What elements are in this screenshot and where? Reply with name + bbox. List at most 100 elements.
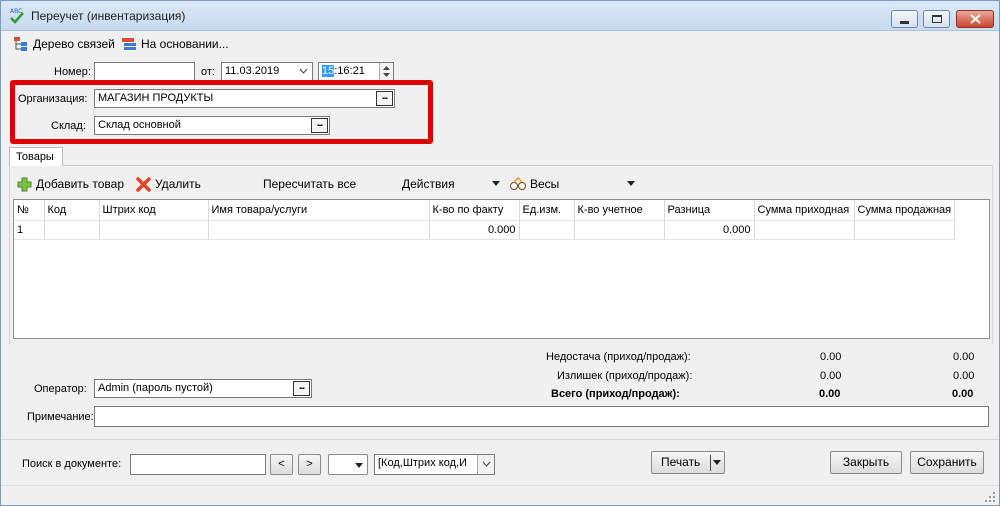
surplus-label: Излишек (приход/продаж):	[557, 370, 693, 382]
resize-grip-icon[interactable]	[984, 491, 996, 503]
split-divider	[710, 455, 711, 471]
time-spinner[interactable]	[379, 63, 393, 80]
organization-label: Организация:	[18, 93, 88, 105]
column-header[interactable]: Разница	[664, 200, 755, 221]
tab-goods[interactable]: Товары	[9, 147, 63, 166]
date-value: 11.03.2019	[225, 65, 280, 77]
delete-item-label: Удалить	[155, 177, 201, 191]
dropdown-arrow-icon	[713, 460, 721, 465]
cell-number[interactable]: 1	[14, 220, 45, 240]
relations-tree-button[interactable]: Дерево связей	[13, 35, 115, 53]
close-button[interactable]: Закрыть	[830, 451, 902, 474]
time-input[interactable]: 15:16:21	[318, 62, 394, 81]
search-mode-select[interactable]	[328, 454, 368, 475]
note-label: Примечание:	[27, 411, 94, 423]
warehouse-select-button[interactable]: ...	[311, 118, 328, 133]
note-input[interactable]	[94, 406, 989, 427]
cell-difference[interactable]: 0.000	[664, 220, 755, 240]
organization-field[interactable]: МАГАЗИН ПРОДУКТЫ ...	[94, 89, 395, 108]
scales-menu-button[interactable]: Весы	[510, 175, 635, 193]
spin-arrows-icon	[383, 66, 390, 77]
operator-field[interactable]: Admin (пароль пустой) ...	[94, 379, 312, 398]
warehouse-label: Склад:	[51, 120, 86, 132]
cell-qty-accounted[interactable]	[574, 220, 665, 240]
minimize-button[interactable]	[891, 10, 918, 28]
minimize-icon	[900, 21, 909, 24]
print-button[interactable]: Печать	[651, 451, 725, 474]
print-label: Печать	[661, 455, 701, 469]
column-header[interactable]: Штрих код	[99, 200, 209, 221]
close-window-button[interactable]	[956, 10, 994, 28]
column-header[interactable]: К-во по факту	[429, 200, 520, 221]
delete-item-button[interactable]: Удалить	[136, 175, 201, 193]
cell-unit[interactable]	[519, 220, 575, 240]
save-button[interactable]: Сохранить	[910, 451, 984, 474]
delete-x-icon	[136, 176, 151, 192]
search-fields-value: [Код,Штрих код,И	[378, 457, 467, 469]
tree-icon	[14, 37, 27, 51]
table-row[interactable]: 1 0.000 0.000	[14, 220, 956, 240]
dropdown-arrow-icon	[627, 181, 635, 186]
operator-value: Admin (пароль пустой)	[98, 382, 213, 394]
date-picker[interactable]: 11.03.2019	[221, 62, 313, 81]
restore-icon	[932, 15, 942, 23]
based-on-button[interactable]: На основании...	[121, 35, 229, 53]
footer-divider	[1, 439, 999, 440]
shortage-sale-value: 0.00	[953, 351, 975, 363]
surplus-income-value: 0.00	[820, 370, 842, 382]
date-label: от:	[201, 66, 215, 78]
operator-label: Оператор:	[34, 383, 87, 395]
operator-select-button[interactable]: ...	[293, 381, 310, 396]
actions-menu-button[interactable]: Действия	[402, 175, 500, 193]
search-next-button[interactable]: >	[298, 454, 321, 475]
search-prev-button[interactable]: <	[270, 454, 293, 475]
cell-barcode[interactable]	[99, 220, 209, 240]
add-item-label: Добавить товар	[36, 177, 124, 191]
organization-select-button[interactable]: ...	[376, 91, 393, 106]
cell-code[interactable]	[44, 220, 100, 240]
shortage-income-value: 0.00	[820, 351, 842, 363]
recalc-all-button[interactable]: Пересчитать все	[263, 175, 356, 193]
total-label: Всего (приход/продаж):	[551, 388, 680, 400]
total-income-value: 0.00	[819, 388, 841, 400]
recalc-all-label: Пересчитать все	[263, 177, 357, 191]
cell-sum-income[interactable]	[754, 220, 855, 240]
total-sale-value: 0.00	[952, 388, 974, 400]
title-bar: ABC Переучет (инвентаризация)	[1, 1, 999, 31]
chevron-down-icon	[482, 461, 491, 467]
dropdown-arrow-icon	[355, 463, 363, 468]
column-header[interactable]: Ед.изм.	[519, 200, 575, 221]
add-item-button[interactable]: Добавить товар	[17, 175, 124, 193]
maximize-button[interactable]	[923, 10, 950, 28]
column-header[interactable]: №	[14, 200, 45, 221]
number-label: Номер:	[54, 66, 91, 78]
surplus-sale-value: 0.00	[953, 370, 975, 382]
warehouse-field[interactable]: Склад основной ...	[94, 116, 330, 135]
column-header[interactable]: Имя товара/услуги	[208, 200, 430, 221]
search-fields-dropdown[interactable]	[477, 455, 494, 474]
app-abc-check-icon: ABC	[10, 8, 24, 24]
column-header[interactable]: Сумма приходная	[754, 200, 855, 221]
number-input[interactable]	[94, 62, 195, 81]
svg-text:ABC: ABC	[10, 8, 22, 15]
status-bar	[1, 485, 999, 505]
table-header-row: № Код Штрих код Имя товара/услуги К-во п…	[14, 200, 956, 221]
cell-name[interactable]	[208, 220, 430, 240]
time-hour: 15	[322, 65, 335, 77]
inventory-window: ABC Переучет (инвентаризация) Дерево свя…	[0, 0, 1000, 506]
plus-icon	[17, 177, 32, 191]
documents-icon	[122, 38, 136, 50]
goods-table[interactable]: № Код Штрих код Имя товара/услуги К-во п…	[13, 199, 990, 339]
search-input[interactable]	[130, 454, 266, 475]
cell-qty-fact[interactable]: 0.000	[429, 220, 520, 240]
column-header[interactable]: К-во учетное	[574, 200, 665, 221]
based-on-label: На основании...	[141, 37, 229, 51]
scales-label: Весы	[530, 177, 560, 191]
column-header[interactable]: Сумма продажная	[854, 200, 956, 221]
scales-icon	[510, 177, 526, 190]
column-header[interactable]: Код	[44, 200, 100, 221]
warehouse-value: Склад основной	[98, 119, 181, 131]
search-fields-select[interactable]: [Код,Штрих код,И	[374, 454, 495, 475]
search-label: Поиск в документе:	[22, 458, 122, 470]
cell-sum-sale[interactable]	[854, 220, 956, 240]
